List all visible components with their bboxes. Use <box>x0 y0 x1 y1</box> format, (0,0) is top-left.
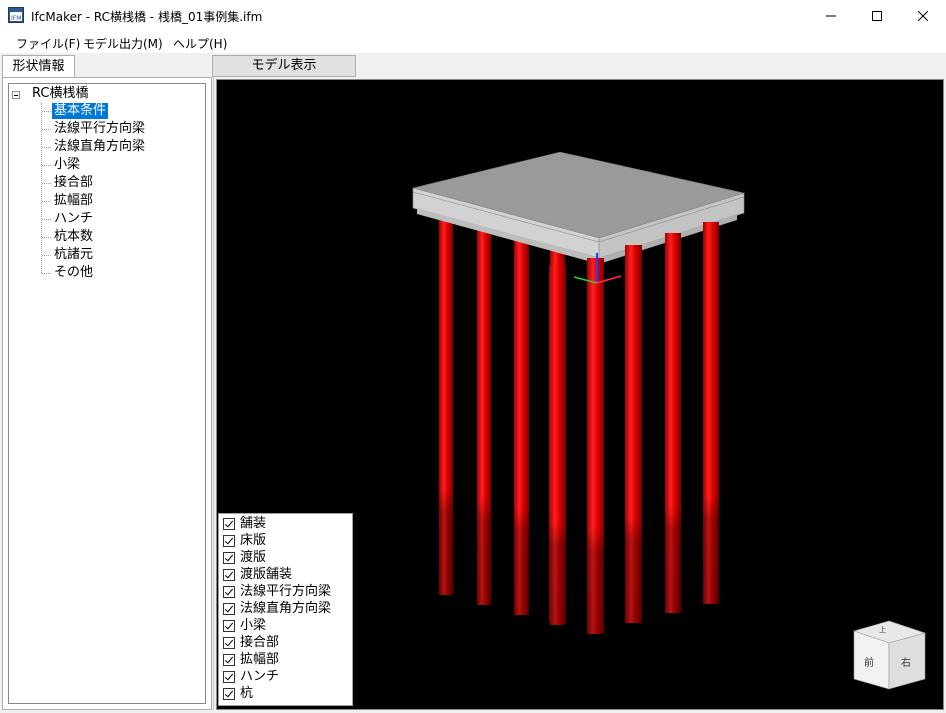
pile-group-front <box>549 222 719 634</box>
layer-label: 杭 <box>240 686 254 701</box>
checkbox[interactable] <box>223 687 235 700</box>
pile-shade <box>549 265 566 623</box>
close-button[interactable] <box>900 0 946 31</box>
minimize-button[interactable] <box>808 0 854 31</box>
tree-branch <box>42 273 51 274</box>
title-bar: IFM IfcMaker - RC横桟橋 - 桟橋_01事例集.ifm <box>0 0 946 31</box>
tree-view[interactable] <box>8 83 206 704</box>
layer-label: 拡幅部 <box>240 652 280 667</box>
tree-item-other[interactable]: その他 <box>52 265 95 281</box>
tree-branch <box>42 255 51 256</box>
layer-toggle-pavement[interactable]: 舗装 <box>223 515 266 532</box>
layer-toggle-floor-slab[interactable]: 床版 <box>223 532 266 549</box>
tree-item-pile-specs[interactable]: 杭諸元 <box>52 247 95 263</box>
shape-info-panel <box>2 77 212 710</box>
layer-label: 小梁 <box>240 618 267 633</box>
view-cube-top-label[interactable]: 上 <box>879 625 886 635</box>
layer-label: 渡版 <box>240 550 267 565</box>
tree-item-small-beam[interactable]: 小梁 <box>52 157 82 173</box>
checkbox[interactable] <box>223 551 235 564</box>
layer-toggle-haunch[interactable]: ハンチ <box>223 668 279 685</box>
checkbox[interactable] <box>223 602 235 615</box>
pile-shade <box>477 225 491 605</box>
layer-label: 法線平行方向梁 <box>240 584 332 599</box>
layer-toggle-perpendicular-beam[interactable]: 法線直角方向梁 <box>223 600 331 617</box>
menu-model-output[interactable]: モデル出力(M) <box>83 35 163 52</box>
close-icon <box>918 10 928 21</box>
pile-shade <box>703 222 719 604</box>
maximize-button[interactable] <box>854 0 900 31</box>
tree-collapse-toggle[interactable] <box>12 91 20 99</box>
tree-branch <box>42 129 51 130</box>
layer-toggle-widening[interactable]: 拡幅部 <box>223 651 279 668</box>
layer-label: 床版 <box>240 533 267 548</box>
tab-model-display[interactable]: モデル表示 <box>212 55 356 77</box>
layer-toggle-approach-pavement[interactable]: 渡版舗装 <box>223 566 292 583</box>
tree-branch <box>42 111 51 112</box>
layer-label: 接合部 <box>240 635 280 650</box>
checkbox[interactable] <box>223 585 235 598</box>
tree-branch <box>42 201 51 202</box>
maximize-icon <box>872 10 882 21</box>
tree-item-joint[interactable]: 接合部 <box>52 175 95 191</box>
checkbox[interactable] <box>223 534 235 547</box>
layer-toggle-approach-slab[interactable]: 渡版 <box>223 549 266 566</box>
svg-text:IFM: IFM <box>11 15 21 22</box>
tree-branch <box>42 237 51 238</box>
menu-bar: ファイル(F) モデル出力(M) ヘルプ(H) <box>0 31 946 53</box>
menu-help[interactable]: ヘルプ(H) <box>173 35 227 52</box>
layer-label: 渡版舗装 <box>240 567 293 582</box>
minimize-icon <box>826 15 836 16</box>
tree-item-widening[interactable]: 拡幅部 <box>52 193 95 209</box>
splitter[interactable] <box>213 77 214 710</box>
tree-item-perpendicular-beam[interactable]: 法線直角方向梁 <box>52 139 147 155</box>
checkbox[interactable] <box>223 636 235 649</box>
layer-visibility-panel: 舗装 床版 渡版 渡版舗装 法線平行方向梁 法線直角方向梁 小梁 接合部 拡幅部… <box>218 513 353 706</box>
window-title: IfcMaker - RC横桟橋 - 桟橋_01事例集.ifm <box>31 10 263 24</box>
checkbox[interactable] <box>223 619 235 632</box>
layer-toggle-pile[interactable]: 杭 <box>223 685 253 702</box>
checkbox[interactable] <box>223 653 235 666</box>
tab-shape-info[interactable]: 形状情報 <box>2 55 75 77</box>
layer-label: ハンチ <box>240 669 280 684</box>
tree-item-basic-conditions[interactable]: 基本条件 <box>50 102 110 120</box>
view-cube-right-label[interactable]: 右 <box>901 654 911 669</box>
ifc-app-icon: IFM <box>8 7 24 23</box>
tree-item-parallel-beam[interactable]: 法線平行方向梁 <box>52 121 147 137</box>
checkbox[interactable] <box>223 670 235 683</box>
layer-label: 法線直角方向梁 <box>240 601 332 616</box>
layer-toggle-parallel-beam[interactable]: 法線平行方向梁 <box>223 583 331 600</box>
tree-item-haunch[interactable]: ハンチ <box>52 211 95 227</box>
tree-item-pile-count[interactable]: 杭本数 <box>52 229 95 245</box>
tree-branch <box>42 165 51 166</box>
layer-toggle-joint[interactable]: 接合部 <box>223 634 279 651</box>
tree-branch <box>42 183 51 184</box>
checkbox[interactable] <box>223 517 235 530</box>
pile-shade <box>587 258 604 634</box>
layer-toggle-small-beam[interactable]: 小梁 <box>223 617 266 634</box>
pile-shade <box>665 233 681 613</box>
deck-slab <box>412 151 746 264</box>
tree-branch <box>42 147 51 148</box>
pile-shade <box>514 235 529 615</box>
checkbox[interactable] <box>223 568 235 581</box>
tree-branch <box>42 219 51 220</box>
menu-file[interactable]: ファイル(F) <box>16 35 80 52</box>
tree-root[interactable]: RC横桟橋 <box>32 86 88 102</box>
pile-shade <box>625 245 642 623</box>
pile-shade <box>439 215 453 595</box>
view-cube-front-label[interactable]: 前 <box>864 654 874 669</box>
layer-label: 舗装 <box>240 516 267 531</box>
